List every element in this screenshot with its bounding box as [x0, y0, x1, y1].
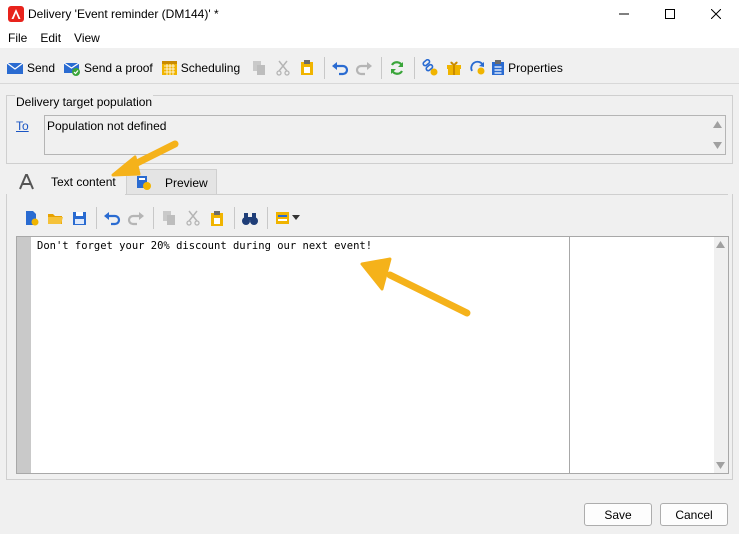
scheduling-label: Scheduling: [180, 60, 241, 75]
close-button[interactable]: [693, 0, 739, 28]
clipboard-icon: [211, 210, 223, 226]
main-toolbar: Send Send a proof Scheduling Properties: [0, 52, 739, 84]
editor-cut-button[interactable]: [182, 206, 204, 230]
maximize-icon: [665, 9, 675, 19]
tracking-icon: [470, 60, 485, 75]
app-logo-icon: [8, 6, 24, 22]
scroll-down-icon[interactable]: [713, 142, 722, 149]
tracking-button[interactable]: [467, 56, 489, 80]
refresh-button[interactable]: [386, 56, 408, 80]
copy-button[interactable]: [248, 56, 270, 80]
toolbar-separator: [381, 56, 383, 79]
save-file-button[interactable]: [68, 206, 90, 230]
annotation-arrow-icon: [111, 140, 179, 177]
copy-icon: [253, 60, 266, 75]
menu-file[interactable]: File: [0, 31, 33, 45]
editor-gutter: [17, 237, 31, 473]
editor-content-text[interactable]: Don't forget your 20% discount during ou…: [37, 240, 372, 252]
send-proof-button[interactable]: Send a proof: [63, 56, 153, 80]
maximize-button[interactable]: [647, 0, 693, 28]
link-button[interactable]: [419, 56, 441, 80]
toolbar-separator: [324, 56, 326, 79]
editor-paste-button[interactable]: [206, 206, 228, 230]
editor-toolbar: [20, 206, 304, 230]
minimize-icon: [619, 13, 629, 15]
toolbar-separator: [96, 207, 97, 229]
menu-edit[interactable]: Edit: [33, 31, 67, 45]
calendar-icon: [161, 61, 177, 75]
scheduling-button[interactable]: Scheduling: [161, 56, 240, 80]
redo-button[interactable]: [353, 56, 375, 80]
paste-button[interactable]: [296, 56, 318, 80]
text-format-icon: [19, 174, 34, 190]
to-link[interactable]: To: [16, 119, 29, 133]
new-document-button[interactable]: [20, 206, 42, 230]
insert-field-icon: [275, 212, 289, 224]
properties-label: Properties: [508, 60, 563, 75]
editor-divider: [569, 237, 570, 473]
chevron-down-icon: [291, 215, 300, 220]
scroll-up-icon[interactable]: [716, 241, 725, 248]
toolbar-separator: [153, 207, 154, 229]
envelope-check-icon: [63, 62, 81, 76]
toolbar-separator: [414, 56, 416, 79]
toolbar-separator: [267, 207, 268, 229]
gift-icon: [447, 61, 462, 75]
editor-undo-button[interactable]: [101, 206, 123, 230]
scissors-icon: [186, 210, 200, 226]
envelope-icon: [6, 62, 24, 74]
scissors-icon: [276, 60, 290, 76]
send-label: Send: [27, 60, 56, 75]
redo-icon: [127, 212, 144, 226]
send-proof-label: Send a proof: [84, 60, 153, 75]
floppy-icon: [72, 211, 86, 225]
minimize-button[interactable]: [601, 0, 647, 28]
cancel-button[interactable]: Cancel: [660, 503, 728, 526]
save-button[interactable]: Save: [584, 503, 652, 526]
properties-button[interactable]: Properties: [491, 56, 563, 80]
editor-scrollbar[interactable]: [714, 237, 728, 473]
send-button[interactable]: Send: [6, 56, 55, 80]
copy-icon: [163, 211, 175, 225]
toolbar-separator: [234, 207, 235, 229]
menu-view[interactable]: View: [67, 31, 106, 45]
clipboard-list-icon: [492, 60, 505, 75]
binoculars-icon: [242, 212, 258, 225]
undo-button[interactable]: [329, 56, 351, 80]
new-document-icon: [25, 211, 38, 226]
folder-icon: [47, 213, 63, 224]
close-icon: [711, 9, 721, 19]
insert-dropdown-button[interactable]: [272, 206, 302, 230]
population-text: Population not defined: [47, 119, 167, 133]
title-bar: Delivery 'Event reminder (DM144)' *: [0, 0, 739, 28]
menu-bar: File Edit View: [0, 28, 739, 48]
window-title: Delivery 'Event reminder (DM144)' *: [28, 7, 219, 21]
gift-button[interactable]: [443, 56, 465, 80]
find-button[interactable]: [239, 206, 261, 230]
redo-icon: [356, 61, 373, 75]
clipboard-icon: [301, 60, 314, 75]
cut-button[interactable]: [272, 56, 294, 80]
link-icon: [422, 59, 438, 76]
refresh-icon: [391, 60, 404, 75]
scroll-down-icon[interactable]: [716, 462, 725, 469]
open-folder-button[interactable]: [44, 206, 66, 230]
target-group-label: Delivery target population: [15, 95, 154, 109]
annotation-arrow-icon: [360, 257, 471, 317]
undo-icon: [104, 212, 121, 226]
editor-copy-button[interactable]: [158, 206, 180, 230]
scroll-up-icon[interactable]: [713, 121, 722, 128]
undo-icon: [332, 61, 349, 75]
editor-redo-button[interactable]: [125, 206, 147, 230]
